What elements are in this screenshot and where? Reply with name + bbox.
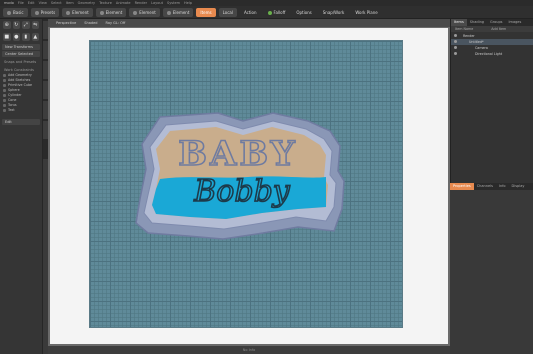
transform-icon[interactable]: ⊕	[3, 21, 11, 29]
menu-animate[interactable]: Animate	[116, 1, 131, 5]
main-toolbar: Basic Presets Element Element Element El…	[0, 6, 533, 19]
edge-icon	[99, 10, 104, 15]
properties-tabs: Properties Channels Info Display	[450, 183, 533, 190]
tab-items[interactable]: Items	[451, 19, 467, 26]
tab-properties[interactable]: Properties	[450, 183, 474, 190]
menu-select[interactable]: Select	[51, 1, 62, 5]
cube-icon[interactable]: ■	[3, 33, 11, 41]
tool-text[interactable]: Text	[2, 108, 40, 113]
toolbar-local-button[interactable]: Local	[218, 7, 237, 17]
edit-dropdown[interactable]: Edit	[2, 119, 40, 125]
tool-icon-row-2: ■ ● ▮ ▲	[0, 31, 42, 43]
new-transforms-button[interactable]: New Transforms	[2, 44, 40, 50]
menu-geometry[interactable]: Geometry	[78, 1, 95, 5]
cone-small-icon	[3, 99, 6, 102]
tab-groups[interactable]: Groups	[487, 19, 505, 26]
cylinder-icon[interactable]: ▮	[22, 33, 30, 41]
tab-info[interactable]: Info	[496, 183, 509, 190]
mirror-icon[interactable]: ⇋	[31, 21, 39, 29]
add-item-button[interactable]: Add Item	[487, 26, 506, 32]
toolbar-basic-button[interactable]: Basic	[3, 7, 28, 17]
menu-layout[interactable]: Layout	[151, 1, 163, 5]
toolbar-element-button-2[interactable]: Element	[95, 7, 127, 17]
menu-help[interactable]: Help	[184, 1, 192, 5]
text-small-icon	[3, 109, 6, 112]
menu-item[interactable]: Item	[66, 1, 74, 5]
scale-icon[interactable]: ⤢	[22, 21, 30, 29]
rotate-icon[interactable]: ↻	[12, 21, 20, 29]
menu-edit[interactable]: Edit	[28, 1, 35, 5]
cookie-cutter-model[interactable]: BABY Bobby	[48, 19, 450, 354]
toolbar-element-button-3[interactable]: Element	[129, 7, 160, 17]
sketch-icon	[3, 79, 6, 82]
visibility-eye-icon[interactable]	[454, 34, 457, 37]
center-selected-button[interactable]: Center Selected	[2, 51, 40, 57]
vertex-icon	[66, 10, 71, 15]
torus-small-icon	[3, 104, 6, 107]
visibility-eye-icon[interactable]	[454, 52, 457, 55]
basic-icon	[7, 10, 11, 15]
visibility-eye-icon[interactable]	[454, 46, 457, 49]
add-geometry-icon	[3, 74, 6, 77]
section-snaps-presets[interactable]: Snaps and Presets	[2, 60, 40, 65]
menu-system[interactable]: System	[167, 1, 180, 5]
toolbar-workplane-button[interactable]: Work Plane	[351, 8, 381, 17]
toolbar-falloff-button[interactable]: Falloff	[264, 8, 290, 17]
tree-row-directional-light[interactable]: Directional Light	[451, 51, 533, 57]
menu-view[interactable]: View	[39, 1, 47, 5]
menu-file[interactable]: File	[18, 1, 24, 5]
item-icon	[166, 10, 171, 15]
sphere-icon[interactable]: ●	[12, 33, 20, 41]
toolbar-snap-button[interactable]: Snap/Work	[319, 8, 349, 17]
polygon-icon	[133, 10, 138, 15]
presets-icon	[34, 10, 39, 15]
visibility-eye-icon[interactable]	[454, 40, 457, 43]
cube-small-icon	[3, 84, 6, 87]
tab-images[interactable]: Images	[506, 19, 525, 26]
item-tree: Render Untitled* Camera Directional Ligh…	[451, 32, 533, 58]
menu-render[interactable]: Render	[135, 1, 147, 5]
app-title: modo	[4, 1, 14, 5]
toolbar-options-button[interactable]: Options	[292, 8, 315, 17]
tool-icon-row-1: ⊕ ↻ ⤢ ⇋	[0, 19, 42, 31]
tab-display[interactable]: Display	[509, 183, 528, 190]
toolbar-items-button[interactable]: Items	[196, 7, 216, 17]
tab-shading[interactable]: Shading	[467, 19, 487, 26]
tab-channels[interactable]: Channels	[474, 183, 496, 190]
menu-texture[interactable]: Texture	[99, 1, 112, 5]
toolbar-element-button-1[interactable]: Element	[62, 7, 93, 17]
cylinder-small-icon	[3, 94, 6, 97]
model-text-bobby: Bobby	[193, 174, 291, 209]
toolbar-presets-button[interactable]: Presets	[30, 7, 60, 17]
left-tool-panel: ⊕ ↻ ⤢ ⇋ ■ ● ▮ ▲ New Transforms Center Se…	[0, 19, 43, 354]
toolbar-action-button[interactable]: Action	[240, 8, 261, 17]
toolbar-element-button-4[interactable]: Element	[162, 7, 194, 17]
cone-icon[interactable]: ▲	[31, 33, 39, 41]
sphere-small-icon	[3, 89, 6, 92]
properties-panel	[450, 190, 533, 354]
model-text-baby: BABY	[178, 134, 298, 174]
falloff-icon	[267, 10, 272, 15]
item-list-tabs: Items Shading Groups Images	[451, 19, 533, 26]
viewport-footer: No Info	[48, 346, 450, 354]
column-item-name[interactable]: Item Name	[451, 26, 473, 32]
